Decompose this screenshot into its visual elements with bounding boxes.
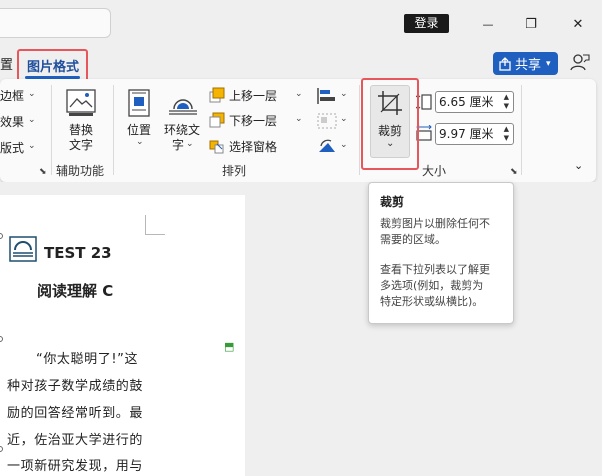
tooltip-line: 裁剪图片以删除任何不 — [380, 217, 490, 230]
bring-forward-label: 上移一层 — [229, 89, 278, 103]
test-title: TEST 23 — [44, 244, 112, 262]
accessibility-group-label: 辅助功能 — [56, 164, 105, 178]
chevron-down-icon: ⌄ — [136, 137, 144, 147]
height-value: 6.65 厘米 — [439, 95, 494, 109]
position-icon — [128, 89, 150, 117]
group-separator — [51, 85, 52, 175]
bring-forward-icon — [209, 87, 225, 103]
position-button[interactable]: 位置 ⌄ — [120, 119, 158, 151]
body-line: 近，佐治亚大学进行的 — [7, 433, 144, 448]
chevron-down-icon[interactable]: ⌄ — [340, 140, 348, 150]
margin-corner-mark — [145, 215, 165, 235]
chevron-down-icon: ⌄ — [295, 89, 303, 99]
section-subtitle: 阅读理解 C — [37, 282, 114, 300]
restore-button[interactable]: ❐ — [519, 12, 543, 36]
rotate-icon[interactable] — [316, 138, 338, 156]
group-separator — [521, 85, 522, 175]
crop-icon — [378, 91, 402, 115]
tab-partial[interactable]: 置 — [0, 54, 13, 73]
chevron-down-icon: ⌄ — [295, 114, 303, 124]
effects-button[interactable]: 效果 — [0, 113, 24, 130]
crop-label: 裁剪 — [378, 124, 403, 138]
alt-text-label-line2: 文字 — [69, 138, 94, 152]
chevron-down-icon[interactable]: ⌄ — [386, 138, 394, 149]
group-separator — [113, 85, 114, 175]
width-input[interactable]: 9.97 厘米 ▲ ▼ — [435, 123, 514, 145]
send-backward-button[interactable]: 下移一层 ⌄ — [209, 112, 305, 130]
dialog-launcher-icon[interactable]: ⬊ — [39, 167, 47, 177]
crop-tooltip: 裁剪 裁剪图片以删除任何不 需要的区域。 查看下拉列表以了解更 多选项(例如，裁… — [368, 182, 514, 324]
border-button[interactable]: 边框 — [0, 87, 24, 104]
chevron-down-icon: ⌄ — [186, 139, 194, 149]
minimize-button[interactable]: — — [476, 12, 500, 36]
restore-icon: ❐ — [525, 16, 537, 32]
chevron-down-icon[interactable]: ⌄ — [28, 115, 36, 125]
send-backward-label: 下移一层 — [229, 114, 278, 128]
close-icon: ✕ — [572, 16, 584, 32]
height-input[interactable]: 6.65 厘米 ▲ ▼ — [435, 91, 514, 113]
tooltip-line: 需要的区域。 — [380, 233, 446, 246]
comment-person-icon[interactable] — [569, 52, 591, 74]
send-backward-icon — [209, 112, 225, 128]
body-line: “你太聪明了!”这 — [36, 352, 139, 367]
alt-text-icon — [66, 89, 96, 116]
collapse-ribbon-icon[interactable]: ⌄ — [574, 159, 583, 172]
chevron-down-icon: ▾ — [546, 58, 551, 69]
wrap-text-label-line2: 字 — [172, 138, 185, 152]
tooltip-line: 特定形状或纵横比)。 — [380, 295, 484, 308]
width-value: 9.97 厘米 — [439, 127, 494, 141]
group-separator — [359, 85, 360, 175]
share-label: 共享 — [515, 58, 542, 73]
layout-button[interactable]: 版式 — [0, 139, 24, 156]
tooltip-line: 多选项(例如，裁剪为 — [380, 279, 484, 292]
tooltip-line: 查看下拉列表以了解更 — [380, 263, 490, 276]
arrange-group-label: 排列 — [222, 164, 247, 178]
group-objects-icon[interactable] — [316, 112, 338, 130]
tab-picture-format-label: 图片格式 — [27, 60, 80, 75]
login-button[interactable]: 登录 — [404, 14, 449, 33]
chevron-down-icon[interactable]: ⌄ — [340, 114, 348, 124]
share-button[interactable]: 共享 ▾ — [493, 52, 558, 75]
comment-marker-icon[interactable]: ⬒ — [224, 340, 234, 353]
position-label: 位置 — [127, 123, 152, 137]
body-line: 一项新研究发现，用与 — [7, 459, 144, 474]
search-box[interactable] — [0, 8, 111, 38]
chevron-down-icon[interactable]: ⌄ — [28, 89, 36, 99]
bring-forward-button[interactable]: 上移一层 ⌄ — [209, 87, 305, 105]
crop-button[interactable]: 裁剪 ⌄ — [370, 85, 410, 158]
picture-icon[interactable] — [9, 236, 37, 262]
share-icon — [499, 56, 511, 71]
align-icon[interactable] — [316, 87, 338, 105]
chevron-down-icon[interactable]: ⌄ — [28, 141, 36, 151]
chevron-down-icon[interactable]: ⌄ — [340, 89, 348, 99]
close-button[interactable]: ✕ — [566, 12, 590, 36]
title-bar: 登录 — ❐ ✕ — [0, 0, 602, 48]
minimize-icon: — — [482, 17, 494, 31]
dialog-launcher-icon[interactable]: ⬊ — [510, 167, 518, 177]
selection-pane-button[interactable]: 选择窗格 — [209, 138, 305, 156]
spin-arrows-icon[interactable]: ▲ ▼ — [504, 93, 509, 111]
selection-pane-label: 选择窗格 — [229, 140, 278, 154]
selection-pane-icon — [209, 140, 224, 154]
wrap-text-icon — [169, 99, 197, 115]
spin-arrows-icon[interactable]: ▲ ▼ — [504, 125, 509, 143]
body-line: 励的回答经常听到。最 — [7, 406, 144, 421]
wrap-text-button[interactable]: 环绕文 字 ⌄ — [160, 119, 206, 152]
size-group-label: 大小 — [422, 164, 447, 178]
body-line: 种对孩子数学成绩的鼓 — [7, 379, 144, 394]
tooltip-title: 裁剪 — [380, 195, 405, 209]
alt-text-button[interactable]: 替换 文字 — [60, 119, 102, 152]
